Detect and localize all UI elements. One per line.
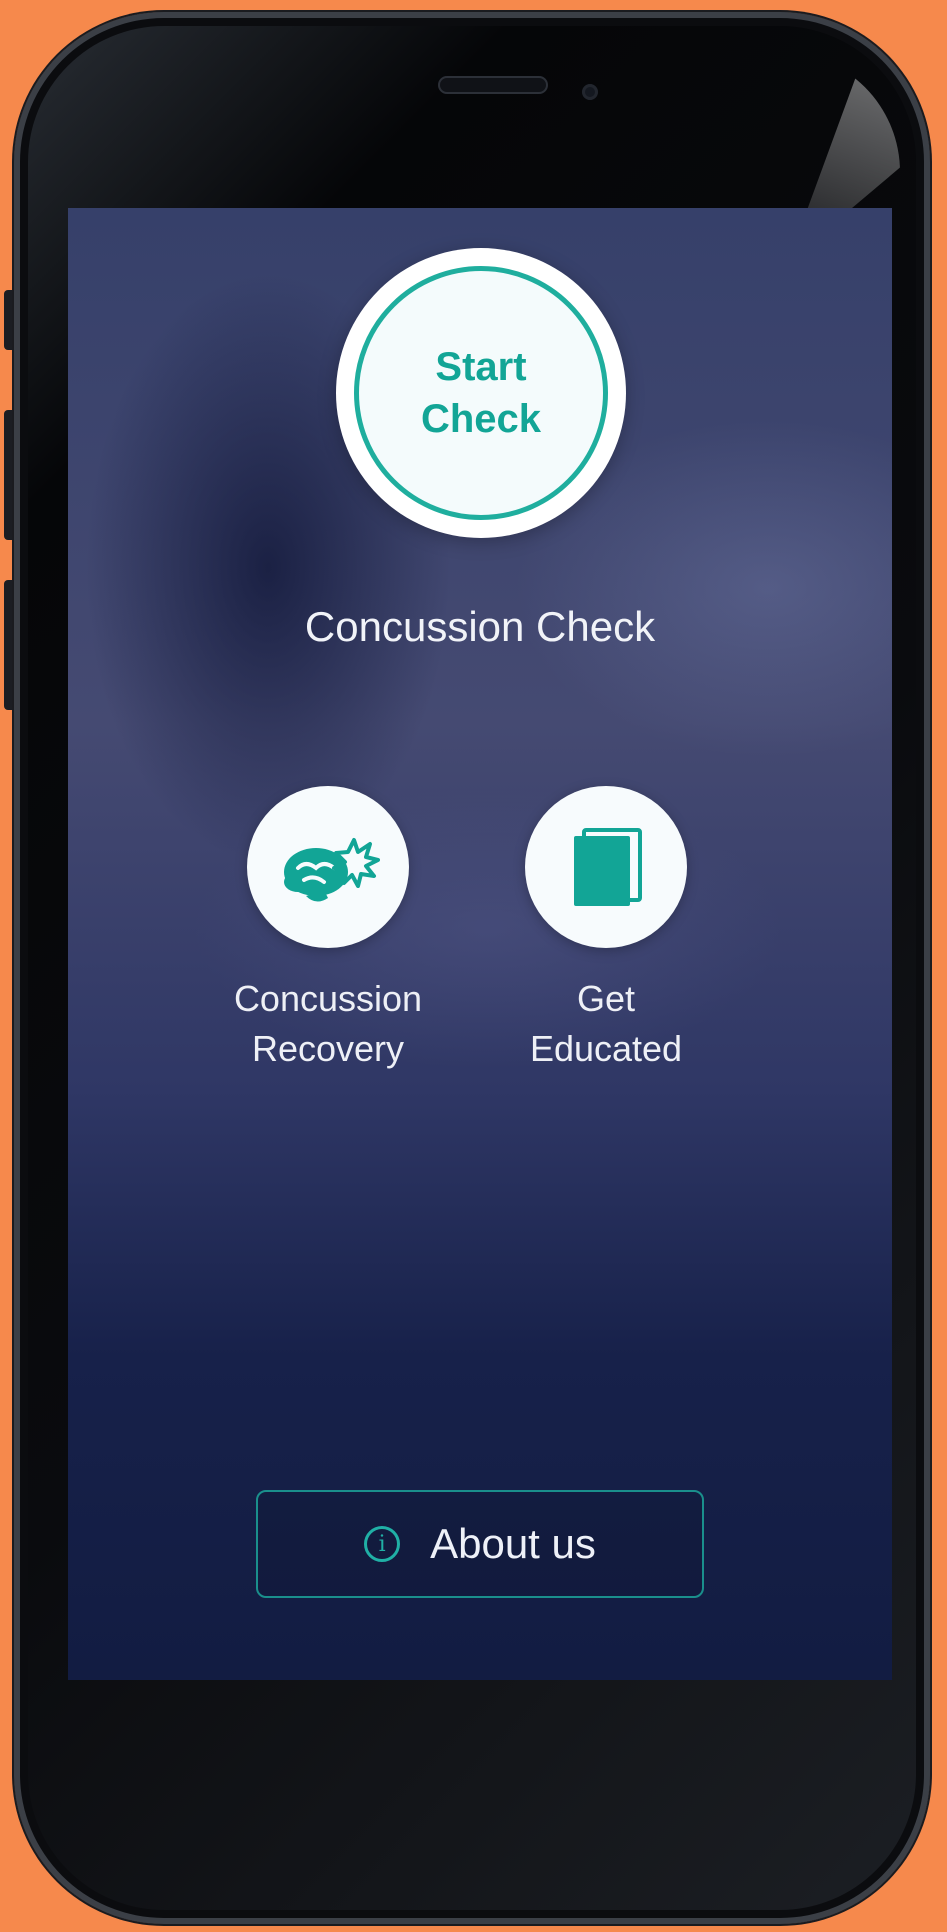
get-educated-button[interactable]: Get Educated — [476, 786, 736, 1074]
get-educated-label: Get Educated — [476, 974, 736, 1074]
phone-front-camera — [582, 84, 598, 100]
concussion-recovery-label-line1: Concussion — [233, 978, 423, 1019]
start-check-label-line1: Start — [435, 345, 527, 389]
get-educated-label-line1: Get — [576, 978, 636, 1019]
concussion-recovery-button[interactable]: Concussion Recovery — [198, 786, 458, 1074]
start-check-label: Start Check — [391, 341, 571, 445]
start-check-ring: Start Check — [354, 266, 608, 520]
concussion-recovery-label-line2: Recovery — [251, 1028, 405, 1069]
info-icon: i — [364, 1526, 401, 1562]
about-us-button[interactable]: i About us — [256, 1490, 704, 1598]
page-title: Concussion Check — [304, 603, 656, 650]
book-icon — [574, 828, 642, 906]
start-check-label-line2: Check — [420, 397, 542, 441]
app-screen: Start Check Concussion Check Concussion … — [68, 208, 892, 1680]
phone-speaker — [438, 76, 548, 94]
about-us-label: About us — [430, 1520, 596, 1567]
get-educated-circle[interactable] — [525, 786, 687, 948]
get-educated-label-line2: Educated — [529, 1028, 683, 1069]
start-check-button[interactable]: Start Check — [336, 248, 626, 538]
concussion-recovery-label: Concussion Recovery — [198, 974, 458, 1074]
brain-impact-icon — [284, 838, 380, 902]
concussion-recovery-circle[interactable] — [247, 786, 409, 948]
